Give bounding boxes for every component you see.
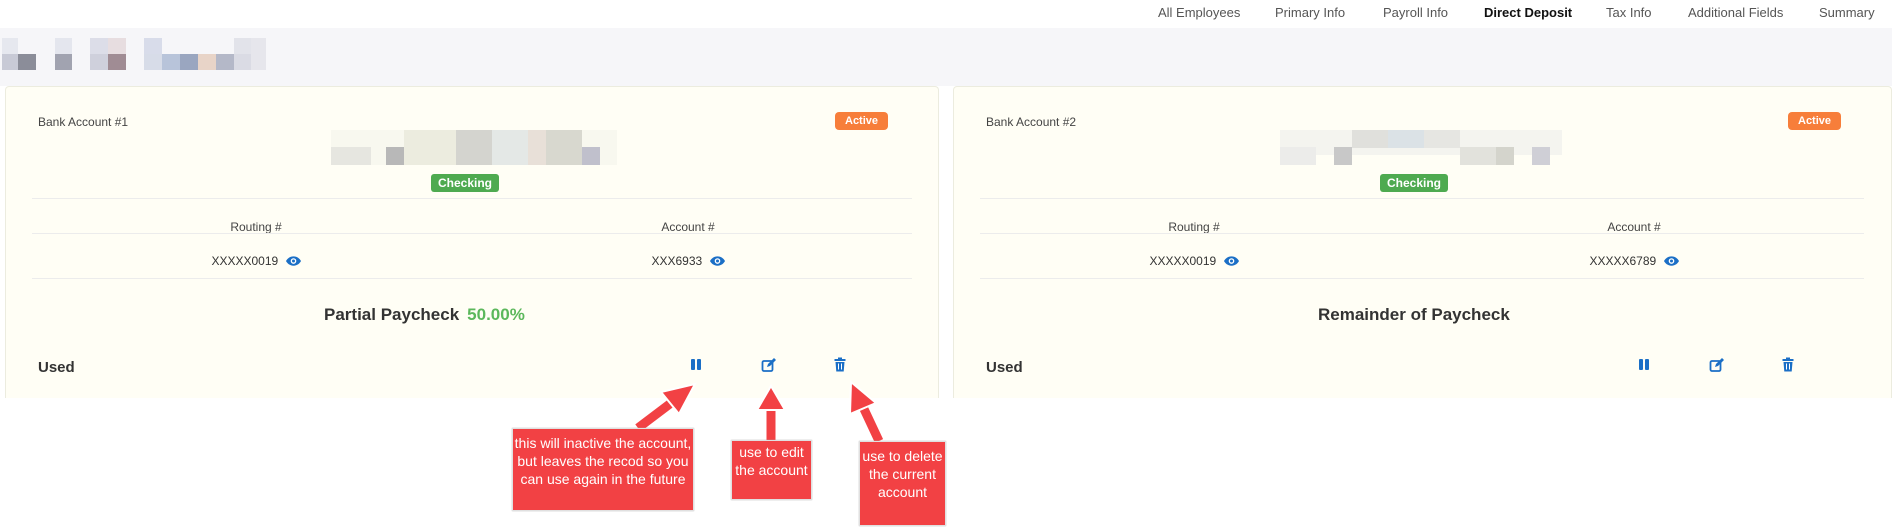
arrow-to-trash-icon — [848, 379, 885, 444]
arrow-to-edit-icon — [755, 384, 787, 440]
callout-edit: use to edit the account — [731, 440, 812, 500]
arrow-to-pause-icon — [631, 382, 697, 435]
annotation-arrows — [631, 379, 885, 444]
callout-delete: use to delete the current account — [859, 441, 946, 526]
callout-inactive: this will inactive the account, but leav… — [512, 428, 694, 511]
